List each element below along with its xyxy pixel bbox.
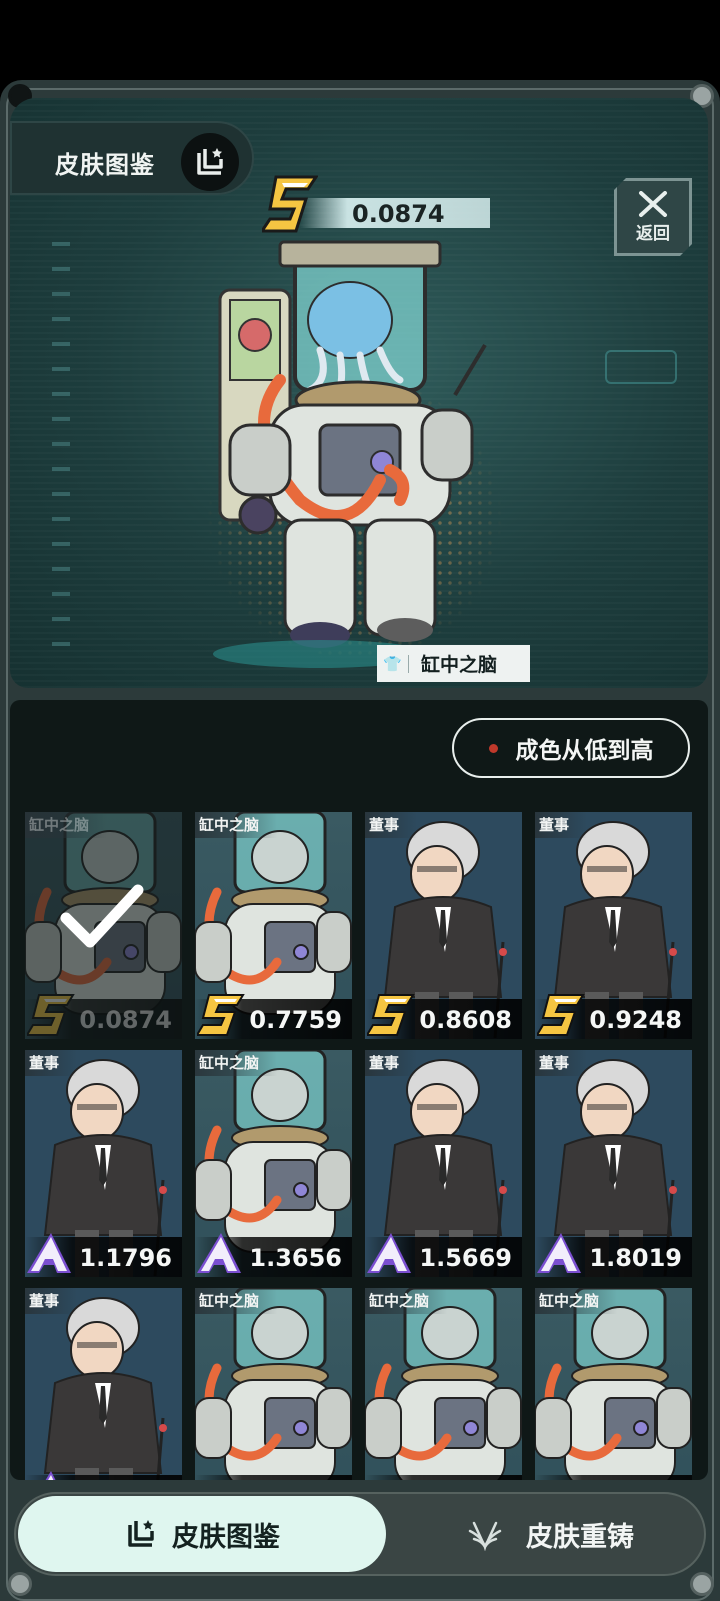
sort-label: 成色从低到高	[515, 738, 654, 764]
skin-card-name: 董事	[365, 812, 418, 838]
skin-card-price: 1.5669	[419, 1244, 512, 1272]
skin-card-name: 缸中之脑	[365, 1288, 448, 1314]
skin-card[interactable]: 缸中之脑	[365, 1288, 522, 1480]
tier-s-icon	[262, 175, 318, 233]
close-x-icon	[638, 191, 668, 217]
skin-card-price: 0.9248	[589, 1006, 682, 1034]
skin-card-name: 缸中之脑	[195, 1050, 278, 1076]
sort-indicator-dot	[488, 743, 498, 753]
decor-scope	[605, 350, 677, 384]
tier-a-icon	[27, 1233, 71, 1273]
tab-skin-recast[interactable]: 皮肤重铸	[400, 1496, 700, 1572]
tier-a-icon	[537, 1233, 581, 1273]
skin-card-price: 1.8019	[589, 1244, 682, 1272]
page-title: 皮肤图鉴	[55, 151, 155, 179]
skin-card[interactable]: 缸中之脑 1.3656	[195, 1050, 352, 1277]
skin-card-price: 0.8608	[419, 1006, 512, 1034]
bolt-icon	[690, 1572, 714, 1596]
wing-icon	[468, 1521, 502, 1551]
skin-card-name: 缸中之脑	[535, 1288, 618, 1314]
skin-grid: 缸中之脑 0.0874 缸中之脑 0.7759 董事 0.8608 董事 0.9248 董事 1.…	[25, 812, 697, 1480]
skin-card-price: 1.3656	[249, 1244, 342, 1272]
tier-b-icon	[197, 1469, 245, 1480]
skin-card[interactable]: 缸中之脑	[195, 1288, 352, 1480]
tier-a-icon	[197, 1233, 241, 1273]
skin-card[interactable]: 董事 0.8608	[365, 812, 522, 1039]
skin-card[interactable]: 缸中之脑 0.0874	[25, 812, 182, 1039]
skin-card[interactable]: 董事 0.9248	[535, 812, 692, 1039]
book-icon[interactable]	[181, 133, 239, 191]
skin-card-name: 缸中之脑	[25, 812, 108, 838]
skin-card-name: 董事	[535, 1050, 588, 1076]
director-figure	[43, 1297, 167, 1480]
skin-card[interactable]: 董事 1.8019	[535, 1050, 692, 1277]
skin-card-price: 0.0874	[79, 1006, 172, 1034]
tier-a-icon	[367, 1233, 411, 1273]
back-button[interactable]: 返回	[614, 178, 692, 256]
skin-card-name: 董事	[535, 812, 588, 838]
character-brain-in-vat	[218, 240, 487, 648]
tier-s-icon	[197, 994, 245, 1036]
skin-card-name: 缸中之脑	[195, 1288, 278, 1314]
skin-card-name: 缸中之脑	[195, 812, 278, 838]
skin-card-name: 董事	[365, 1050, 418, 1076]
tier-b-icon	[537, 1469, 585, 1480]
checkmark-icon	[60, 884, 144, 948]
current-skin-price: 0.0874	[352, 200, 445, 228]
tier-s-icon	[367, 994, 415, 1036]
skin-card-price: 1.1796	[79, 1244, 172, 1272]
skin-card[interactable]: 董事 1.5669	[365, 1050, 522, 1277]
brain-in-vat-figure	[195, 1288, 352, 1480]
skin-card-name: 董事	[25, 1050, 78, 1076]
bolt-icon	[8, 1572, 32, 1596]
tab-skin-collection[interactable]: 皮肤图鉴	[18, 1496, 386, 1572]
skin-name-tag: 👕 缸中之脑	[377, 645, 530, 682]
skin-card-name: 董事	[25, 1288, 78, 1314]
tab-collection-label: 皮肤图鉴	[172, 1521, 280, 1553]
skin-card[interactable]: 缸中之脑	[535, 1288, 692, 1480]
brain-in-vat-figure	[535, 1288, 692, 1480]
skin-card[interactable]: 董事 1.1796	[25, 1050, 182, 1277]
tier-b-icon	[367, 1469, 415, 1480]
back-label: 返回	[636, 223, 670, 244]
book-icon	[128, 1520, 154, 1547]
decor-ruler	[52, 242, 76, 688]
shirt-icon: 👕	[377, 654, 409, 673]
sort-button[interactable]: 成色从低到高	[452, 718, 690, 778]
skin-name: 缸中之脑	[421, 654, 498, 676]
tab-recast-label: 皮肤重铸	[526, 1521, 634, 1553]
skin-card-price: 0.7759	[249, 1006, 342, 1034]
tier-s-icon	[27, 994, 75, 1036]
game-screen: 皮肤图鉴 0.0874 返回 👕 缸中之脑 成色从低到高 缸中之脑 0.0874 缸…	[0, 0, 720, 1601]
skin-card[interactable]: 缸中之脑 0.7759	[195, 812, 352, 1039]
tier-s-icon	[537, 994, 585, 1036]
brain-in-vat-figure	[365, 1288, 522, 1480]
tier-a-icon	[45, 1471, 56, 1480]
skin-card[interactable]: 董事	[25, 1288, 182, 1480]
